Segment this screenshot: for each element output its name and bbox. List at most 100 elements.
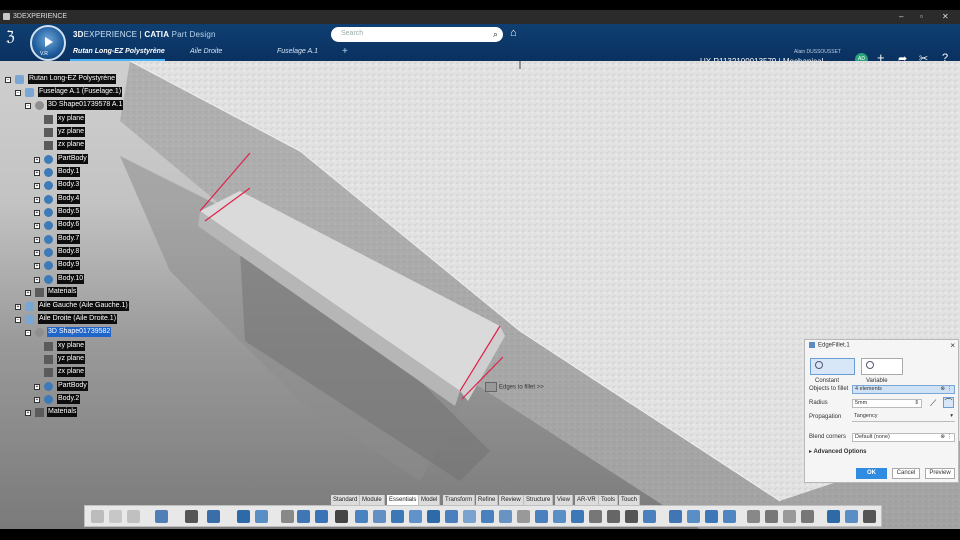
tab-review[interactable]: Review	[499, 495, 524, 505]
radius-edit-icon[interactable]: ⟋	[930, 398, 936, 409]
radius-field[interactable]: 5mm ⇕	[852, 399, 922, 408]
close-icon[interactable]: ✕	[942, 12, 949, 21]
rib-icon[interactable]	[427, 510, 440, 523]
edges-to-fillet-hint[interactable]: Edges to fillet >>	[485, 382, 544, 392]
expand-icon[interactable]: +	[25, 410, 31, 416]
cut-icon[interactable]	[91, 510, 104, 523]
plane-tool-icon[interactable]	[315, 510, 328, 523]
tab-standard[interactable]: Standard	[331, 495, 361, 505]
expand-icon[interactable]: +	[34, 250, 40, 256]
radius-mode-icon[interactable]: ⌒	[943, 397, 954, 408]
slot-icon[interactable]	[445, 510, 458, 523]
expand-icon[interactable]: +	[34, 237, 40, 243]
copy-icon[interactable]	[109, 510, 122, 523]
assemble-icon[interactable]	[687, 510, 700, 523]
circular-pattern-icon[interactable]	[607, 510, 620, 523]
tab-aile-droite[interactable]: Aile Droite	[190, 48, 222, 55]
expand-icon[interactable]: +	[34, 210, 40, 216]
hole-icon[interactable]	[463, 510, 476, 523]
add-body-icon[interactable]	[705, 510, 718, 523]
search-input[interactable]: Search ⌕	[331, 27, 503, 42]
tab-ar-vr[interactable]: AR-VR	[575, 495, 599, 505]
draft-icon[interactable]	[517, 510, 530, 523]
maximize-icon[interactable]: ▫	[920, 12, 923, 21]
propagation-select[interactable]: Tangency ▾	[852, 413, 955, 422]
expand-icon[interactable]: +	[34, 384, 40, 390]
expand-icon[interactable]: +	[15, 304, 21, 310]
ok-button[interactable]: OK	[856, 468, 887, 479]
3d-sketch-icon[interactable]	[255, 510, 268, 523]
expand-icon[interactable]: +	[34, 277, 40, 283]
paste-icon[interactable]	[127, 510, 140, 523]
fit-all-icon[interactable]	[185, 510, 198, 523]
tab-view[interactable]: View	[555, 495, 573, 505]
thickness-icon[interactable]	[553, 510, 566, 523]
line-icon[interactable]	[297, 510, 310, 523]
expand-icon[interactable]: +	[34, 223, 40, 229]
groove-icon[interactable]	[409, 510, 422, 523]
collapse-icon[interactable]: −	[25, 103, 31, 109]
variable-mode-button[interactable]: Variable	[861, 358, 903, 384]
measure-icon[interactable]	[747, 510, 760, 523]
sketch-icon[interactable]	[237, 510, 250, 523]
options-icon[interactable]: ⊗ ⋮	[940, 386, 952, 393]
options-icon[interactable]: ⊗ ⋮	[940, 434, 952, 441]
shell-icon[interactable]	[535, 510, 548, 523]
tab-fuselage[interactable]: Fuselage A.1	[277, 48, 318, 55]
display-icon[interactable]	[827, 510, 840, 523]
tab-module[interactable]: Module	[360, 495, 385, 505]
user-pattern-icon[interactable]	[625, 510, 638, 523]
undo-icon[interactable]	[155, 510, 168, 523]
blend-corners-field[interactable]: Default (none) ⊗ ⋮	[852, 433, 955, 442]
split-icon[interactable]	[571, 510, 584, 523]
more-tools-icon[interactable]	[863, 510, 876, 523]
chamfer-icon[interactable]	[499, 510, 512, 523]
remove-body-icon[interactable]	[723, 510, 736, 523]
pad-icon[interactable]	[355, 510, 368, 523]
expand-icon[interactable]: +	[34, 157, 40, 163]
collapse-icon[interactable]: −	[5, 77, 11, 83]
minimize-icon[interactable]: –	[899, 12, 903, 21]
objects-field[interactable]: 4 elements ⊗ ⋮	[852, 385, 955, 394]
pocket-icon[interactable]	[373, 510, 386, 523]
compass-icon[interactable]: V.R	[30, 25, 66, 61]
point-icon[interactable]	[281, 510, 294, 523]
section-icon[interactable]	[765, 510, 778, 523]
advanced-options-toggle[interactable]: ▸ Advanced Options	[809, 448, 866, 455]
tab-refine[interactable]: Refine	[476, 495, 499, 505]
add-tab-button[interactable]: +	[342, 46, 348, 57]
tag-icon[interactable]: ⌂	[510, 27, 517, 39]
tab-transform[interactable]: Transform	[443, 495, 476, 505]
shaft-icon[interactable]	[391, 510, 404, 523]
edge-fillet-icon[interactable]	[481, 510, 494, 523]
annotation-icon[interactable]	[801, 510, 814, 523]
expand-icon[interactable]: +	[34, 263, 40, 269]
material-icon[interactable]	[783, 510, 796, 523]
tab-model[interactable]: Model	[419, 495, 441, 505]
expand-icon[interactable]: +	[34, 183, 40, 189]
collapse-icon[interactable]: −	[15, 90, 21, 96]
preview-button[interactable]: Preview	[925, 468, 955, 479]
render-icon[interactable]	[845, 510, 858, 523]
collapse-icon[interactable]: −	[15, 317, 21, 323]
close-icon[interactable]: ×	[950, 341, 955, 350]
update-icon[interactable]	[207, 510, 220, 523]
body-icon[interactable]	[669, 510, 682, 523]
expand-icon[interactable]: +	[34, 170, 40, 176]
tab-touch[interactable]: Touch	[619, 495, 641, 505]
axis-system-icon[interactable]	[335, 510, 348, 523]
constant-mode-button[interactable]: Constant	[810, 358, 855, 384]
spinner-icon[interactable]: ⇕	[914, 400, 919, 407]
search-icon[interactable]: ⌕	[493, 29, 498, 40]
expand-icon[interactable]: +	[25, 290, 31, 296]
tab-structure[interactable]: Structure	[524, 495, 554, 505]
tab-rutan[interactable]: Rutan Long-EZ Polystyrène	[73, 48, 165, 55]
tab-essentials[interactable]: Essentials	[387, 495, 420, 505]
mirror-icon[interactable]	[643, 510, 656, 523]
expand-icon[interactable]: +	[34, 397, 40, 403]
pattern-icon[interactable]	[589, 510, 602, 523]
tab-tools[interactable]: Tools	[599, 495, 619, 505]
expand-icon[interactable]: +	[34, 197, 40, 203]
collapse-icon[interactable]: −	[25, 330, 31, 336]
cancel-button[interactable]: Cancel	[892, 468, 920, 479]
